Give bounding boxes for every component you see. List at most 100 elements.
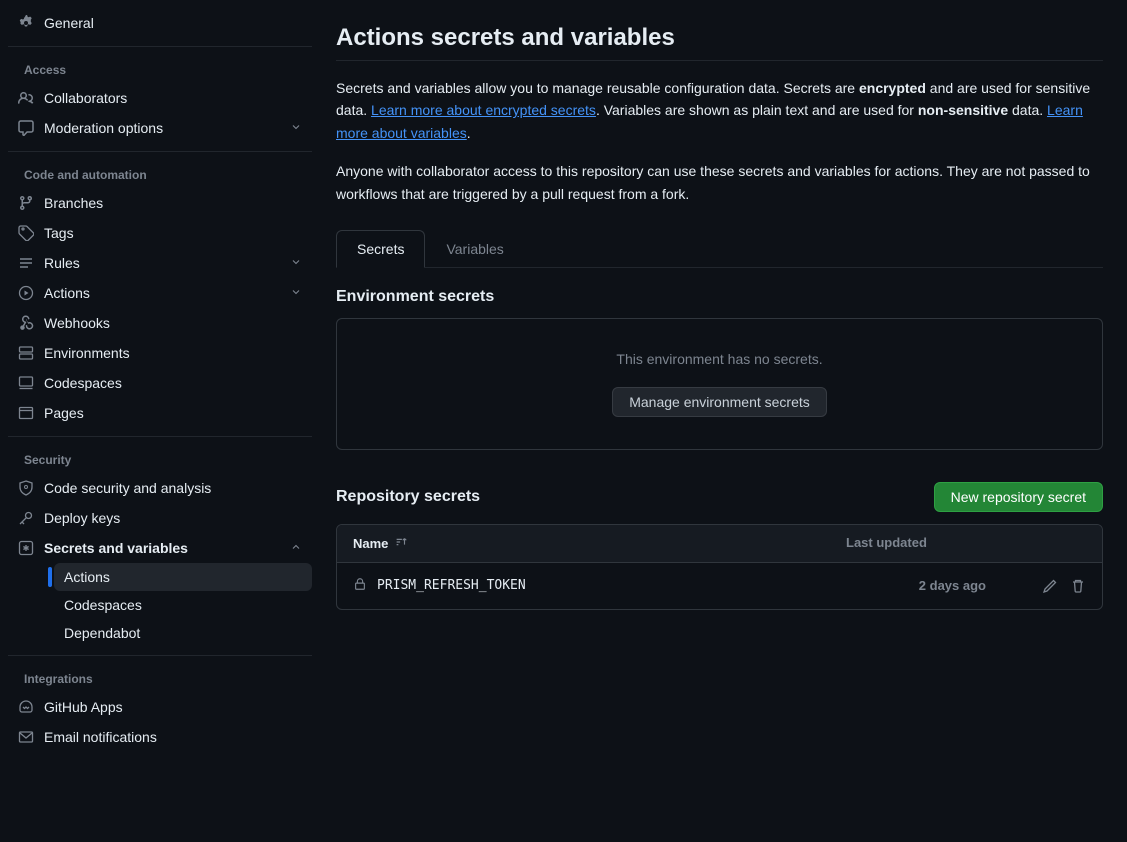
desc-text: . <box>467 125 471 141</box>
tab-variables[interactable]: Variables <box>425 230 524 268</box>
sidebar-secrets-submenu: Actions Codespaces Dependabot <box>8 563 312 647</box>
col-header-name-label: Name <box>353 536 388 551</box>
sidebar-item-environments[interactable]: Environments <box>8 338 312 368</box>
key-asterisk-icon <box>18 540 34 556</box>
lock-icon <box>353 577 367 595</box>
sidebar-item-label: Dependabot <box>64 625 302 641</box>
sidebar-item-rules[interactable]: Rules <box>8 248 312 278</box>
sidebar-item-label: GitHub Apps <box>44 699 302 715</box>
delete-icon[interactable] <box>1070 578 1086 594</box>
secret-name: PRISM_REFRESH_TOKEN <box>377 578 526 593</box>
desc-text: data. <box>1008 102 1047 118</box>
sidebar-item-label: Collaborators <box>44 90 302 106</box>
sidebar-item-label: Codespaces <box>44 375 302 391</box>
env-secrets-title: Environment secrets <box>336 288 1103 306</box>
main-content: Actions secrets and variables Secrets an… <box>320 0 1127 842</box>
webhook-icon <box>18 315 34 331</box>
sidebar-group-code: Code and automation <box>8 160 312 188</box>
sidebar-item-label: Webhooks <box>44 315 302 331</box>
sidebar-item-tags[interactable]: Tags <box>8 218 312 248</box>
sidebar-item-codespaces[interactable]: Codespaces <box>8 368 312 398</box>
divider <box>8 436 312 437</box>
sidebar-item-label: Code security and analysis <box>44 480 302 496</box>
page-title: Actions secrets and variables <box>336 24 1103 61</box>
sidebar-group-integrations: Integrations <box>8 664 312 692</box>
env-secrets-box: This environment has no secrets. Manage … <box>336 318 1103 450</box>
browser-icon <box>18 405 34 421</box>
sidebar-item-label: Secrets and variables <box>44 540 280 556</box>
key-icon <box>18 510 34 526</box>
chevron-down-icon <box>290 120 302 136</box>
sidebar-item-actions[interactable]: Actions <box>8 278 312 308</box>
hubot-icon <box>18 699 34 715</box>
sidebar-item-moderation[interactable]: Moderation options <box>8 113 312 143</box>
chevron-up-icon <box>290 540 302 556</box>
people-icon <box>18 90 34 106</box>
edit-icon[interactable] <box>1042 578 1058 594</box>
desc-text: . Variables are shown as plain text and … <box>596 102 918 118</box>
sidebar-item-label: Deploy keys <box>44 510 302 526</box>
sidebar-item-label: Rules <box>44 255 280 271</box>
sidebar-item-label: Actions <box>64 569 302 585</box>
new-repository-secret-button[interactable]: New repository secret <box>934 482 1103 512</box>
repo-secrets-title: Repository secrets <box>336 488 480 506</box>
divider <box>8 655 312 656</box>
sidebar-subitem-codespaces[interactable]: Codespaces <box>54 591 312 619</box>
comment-icon <box>18 120 34 136</box>
secret-actions <box>1006 578 1086 594</box>
manage-env-secrets-button[interactable]: Manage environment secrets <box>612 387 827 417</box>
mail-icon <box>18 729 34 745</box>
sidebar-item-label: General <box>44 15 302 31</box>
col-header-actions <box>1006 535 1086 552</box>
sidebar-item-label: Pages <box>44 405 302 421</box>
sidebar-item-label: Tags <box>44 225 302 241</box>
rules-icon <box>18 255 34 271</box>
play-icon <box>18 285 34 301</box>
sidebar-item-label: Moderation options <box>44 120 280 136</box>
sidebar-item-email[interactable]: Email notifications <box>8 722 312 752</box>
description-paragraph-1: Secrets and variables allow you to manag… <box>336 77 1103 144</box>
server-icon <box>18 345 34 361</box>
sidebar-item-label: Environments <box>44 345 302 361</box>
sidebar-subitem-dependabot[interactable]: Dependabot <box>54 619 312 647</box>
codespaces-icon <box>18 375 34 391</box>
sort-icon <box>394 535 408 552</box>
repo-secrets-header: Repository secrets New repository secret <box>336 482 1103 512</box>
sidebar-item-pages[interactable]: Pages <box>8 398 312 428</box>
desc-bold: non-sensitive <box>918 102 1008 118</box>
sidebar-item-secrets[interactable]: Secrets and variables <box>8 533 312 563</box>
shield-icon <box>18 480 34 496</box>
sidebar-item-webhooks[interactable]: Webhooks <box>8 308 312 338</box>
sidebar-subitem-actions[interactable]: Actions <box>54 563 312 591</box>
description-paragraph-2: Anyone with collaborator access to this … <box>336 160 1103 205</box>
sidebar-item-collaborators[interactable]: Collaborators <box>8 83 312 113</box>
sidebar-item-label: Branches <box>44 195 302 211</box>
settings-sidebar: General Access Collaborators Moderation … <box>0 0 320 842</box>
desc-bold: encrypted <box>859 80 926 96</box>
sidebar-group-security: Security <box>8 445 312 473</box>
sidebar-item-label: Actions <box>44 285 280 301</box>
secret-name-cell: PRISM_REFRESH_TOKEN <box>353 577 846 595</box>
chevron-down-icon <box>290 255 302 271</box>
sidebar-item-codesecurity[interactable]: Code security and analysis <box>8 473 312 503</box>
sidebar-item-deploykeys[interactable]: Deploy keys <box>8 503 312 533</box>
sidebar-item-general[interactable]: General <box>8 8 312 38</box>
sidebar-item-label: Codespaces <box>64 597 302 613</box>
col-header-name[interactable]: Name <box>353 535 846 552</box>
secrets-table: Name Last updated PRISM_REFRESH_TOKEN 2 … <box>336 524 1103 610</box>
branch-icon <box>18 195 34 211</box>
table-header: Name Last updated <box>337 525 1102 563</box>
tabs: Secrets Variables <box>336 229 1103 268</box>
env-empty-message: This environment has no secrets. <box>369 351 1070 367</box>
link-encrypted-secrets[interactable]: Learn more about encrypted secrets <box>371 102 596 118</box>
sidebar-item-branches[interactable]: Branches <box>8 188 312 218</box>
sidebar-item-githubapps[interactable]: GitHub Apps <box>8 692 312 722</box>
table-row: PRISM_REFRESH_TOKEN 2 days ago <box>337 563 1102 609</box>
secret-updated: 2 days ago <box>846 578 1006 593</box>
divider <box>8 151 312 152</box>
tag-icon <box>18 225 34 241</box>
chevron-down-icon <box>290 285 302 301</box>
tab-secrets[interactable]: Secrets <box>336 230 425 268</box>
gear-icon <box>18 15 34 31</box>
sidebar-group-access: Access <box>8 55 312 83</box>
